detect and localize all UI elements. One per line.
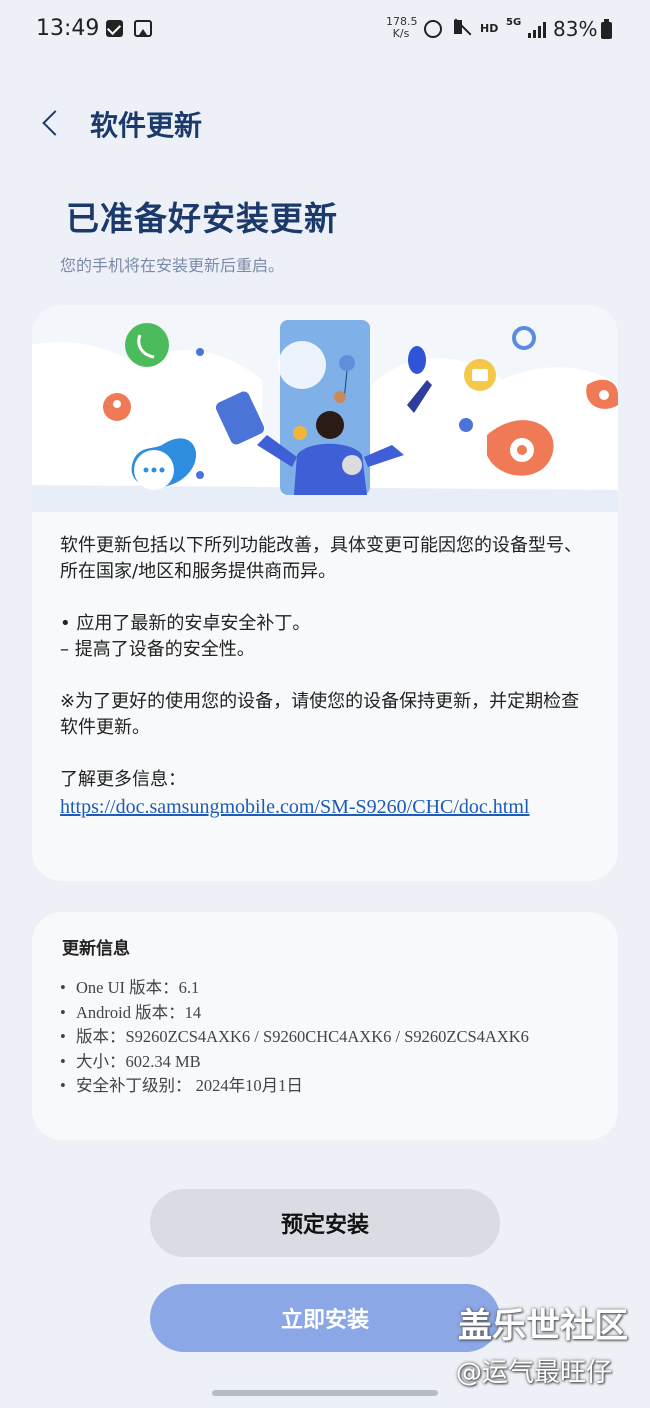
- update-info-card: 更新信息 One UI 版本：6.1 Android 版本：14 版本：S926…: [32, 912, 618, 1140]
- info-build-version: 版本：S9260ZCS4AXK6 / S9260CHC4AXK6 / S9260…: [60, 1025, 600, 1050]
- checkbox-icon: [106, 20, 123, 37]
- status-time: 13:49: [36, 16, 100, 41]
- update-headline: 已准备好安装更新: [66, 199, 338, 238]
- release-notes-card: 软件更新包括以下所列功能改善，具体变更可能因您的设备型号、所在国家/地区和服务提…: [32, 305, 618, 881]
- home-indicator[interactable]: [212, 1390, 438, 1396]
- info-one-ui-version: One UI 版本：6.1: [60, 976, 600, 1001]
- battery-percent: 83%: [553, 17, 598, 41]
- more-info-link[interactable]: https://doc.samsungmobile.com/SM-S9260/C…: [60, 793, 590, 821]
- network-type-label: 5G: [506, 17, 522, 28]
- alarm-icon: [424, 20, 442, 38]
- hd-label: HD: [480, 22, 499, 35]
- more-info-label: 了解更多信息：: [60, 769, 186, 790]
- status-bar: 13:49 178.5 K/s HD 5G 83%: [0, 0, 650, 62]
- release-notes-advice: ※为了更好的使用您的设备，请使您的设备保持更新，并定期检查软件更新。: [60, 691, 580, 738]
- watermark-community: 盖乐世社区: [458, 1306, 628, 1346]
- schedule-install-button[interactable]: 预定安装: [150, 1189, 500, 1257]
- release-notes-bullets: • 应用了最新的安卓安全补丁。 – 提高了设备的安全性。: [60, 613, 311, 660]
- update-info-list: One UI 版本：6.1 Android 版本：14 版本：S9260ZCS4…: [60, 976, 600, 1099]
- network-speed-unit: K/s: [392, 27, 410, 40]
- update-info-title: 更新信息: [62, 939, 130, 959]
- page-title: 软件更新: [90, 109, 203, 142]
- back-chevron-icon[interactable]: [38, 108, 64, 142]
- info-android-version: Android 版本：14: [60, 1001, 600, 1026]
- info-size: 大小：602.34 MB: [60, 1050, 600, 1075]
- update-subtitle: 您的手机将在安装更新后重启。: [60, 256, 285, 275]
- release-notes-intro: 软件更新包括以下所列功能改善，具体变更可能因您的设备型号、所在国家/地区和服务提…: [60, 535, 582, 582]
- release-notes: 软件更新包括以下所列功能改善，具体变更可能因您的设备型号、所在国家/地区和服务提…: [60, 533, 590, 821]
- info-security-patch: 安全补丁级别： 2024年10月1日: [60, 1074, 600, 1099]
- install-now-button[interactable]: 立即安装: [150, 1284, 500, 1352]
- watermark-user: @运气最旺仔: [456, 1358, 613, 1388]
- signal-icon: [528, 22, 546, 38]
- battery-icon: [601, 19, 612, 39]
- image-icon: [134, 20, 152, 37]
- mute-icon: [454, 20, 470, 34]
- network-speed: 178.5 K/s: [386, 16, 418, 40]
- update-illustration: [32, 305, 618, 512]
- illustration-art: [32, 320, 618, 512]
